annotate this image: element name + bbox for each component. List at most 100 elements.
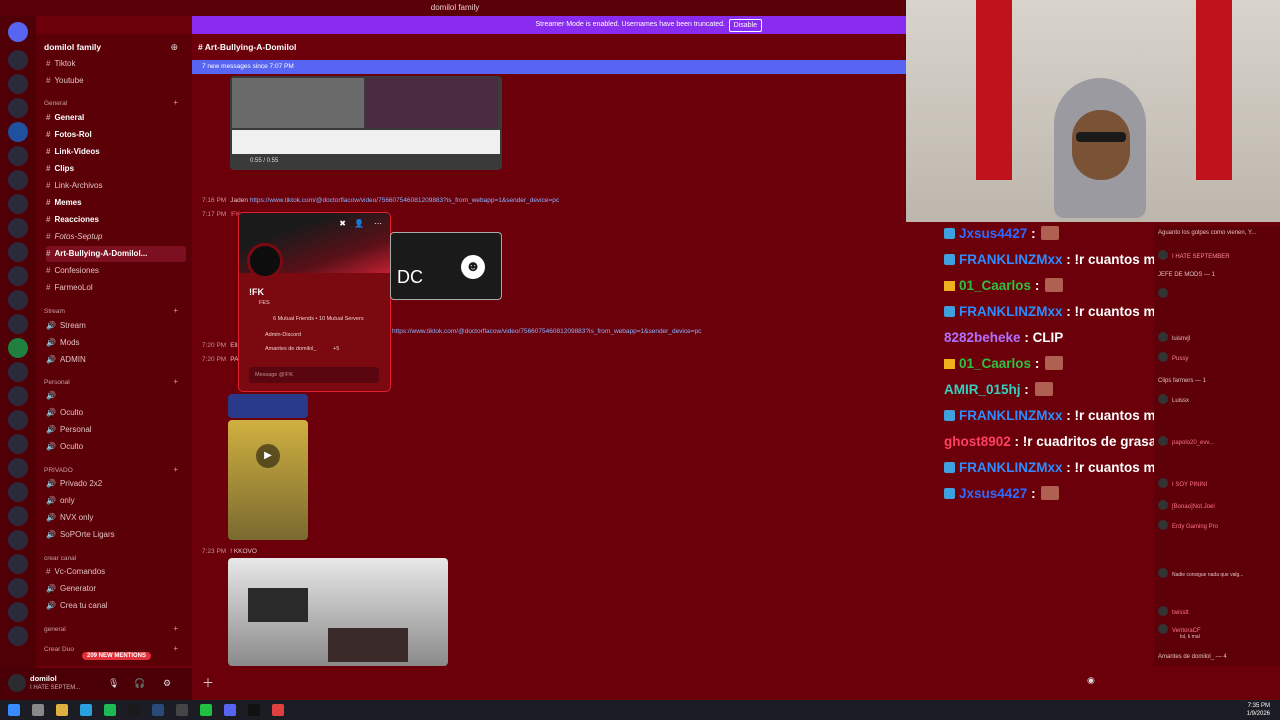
create-channel-icon[interactable]: + bbox=[173, 306, 178, 315]
category-crear-duo[interactable]: Crear Duo bbox=[44, 646, 74, 653]
avatar[interactable] bbox=[247, 243, 283, 279]
voice-channel-item[interactable]: 🔊 Oculto bbox=[46, 439, 186, 455]
add-friend-icon[interactable]: 👤 bbox=[354, 219, 364, 228]
headphones-icon[interactable]: 🎧 bbox=[134, 678, 145, 689]
taskbar-clock[interactable]: 7:35 PM 1/9/2026 bbox=[1247, 702, 1270, 718]
channel-item[interactable]: # Memes bbox=[46, 195, 186, 211]
category-crear-canal[interactable]: crear canal bbox=[44, 555, 76, 562]
server-icon[interactable] bbox=[8, 314, 28, 334]
gear-icon[interactable]: ⚙ bbox=[163, 678, 171, 689]
kick-icon[interactable] bbox=[200, 704, 212, 716]
chat-username[interactable]: FRANKLINZMxx bbox=[959, 408, 1063, 423]
server-icon[interactable] bbox=[8, 290, 28, 310]
server-icon[interactable] bbox=[8, 458, 28, 478]
member-item[interactable]: [Bonao]Not.Joel bbox=[1158, 500, 1215, 510]
channel-item[interactable]: # Confesiones bbox=[46, 263, 186, 279]
server-icon[interactable] bbox=[8, 482, 28, 502]
server-icon[interactable] bbox=[8, 362, 28, 382]
profile-role-more[interactable]: +5 bbox=[333, 346, 339, 352]
category-general-2[interactable]: general bbox=[44, 626, 66, 633]
channel-item[interactable]: # Tiktok bbox=[46, 56, 186, 72]
voice-channel-item[interactable]: 🔊 Generator bbox=[46, 581, 186, 597]
voice-channel-item[interactable]: 🔊 SoPOrte Ligars bbox=[46, 527, 186, 543]
close-icon[interactable]: ✖ bbox=[339, 219, 346, 228]
tiktok-icon[interactable] bbox=[248, 704, 260, 716]
server-icon[interactable] bbox=[8, 410, 28, 430]
category-stream[interactable]: Stream bbox=[44, 308, 65, 315]
member-item[interactable]: papolo20_evv... bbox=[1158, 436, 1214, 446]
add-member-icon[interactable]: ⊕ bbox=[170, 42, 178, 53]
server-icon[interactable] bbox=[8, 530, 28, 550]
channel-item[interactable]: # Reacciones bbox=[46, 212, 186, 228]
voice-channel-item[interactable]: 🔊 Personal bbox=[46, 422, 186, 438]
video-attachment[interactable]: ▶ bbox=[228, 420, 308, 540]
chat-username[interactable]: 01_Caarlos bbox=[959, 278, 1031, 293]
chat-username[interactable]: 8282beheke bbox=[944, 330, 1021, 345]
chrome-icon[interactable] bbox=[272, 704, 284, 716]
voice-channel-item[interactable]: 🔊 Stream bbox=[46, 318, 186, 334]
channel-item[interactable]: # Youtube bbox=[46, 73, 186, 89]
search-icon[interactable] bbox=[32, 704, 44, 716]
chat-username[interactable]: Jxsus4427 bbox=[959, 226, 1027, 241]
discord-icon[interactable] bbox=[224, 704, 236, 716]
server-icon[interactable] bbox=[8, 50, 28, 70]
chat-username[interactable]: FRANKLINZMxx bbox=[959, 304, 1063, 319]
voice-channel-item[interactable]: 🔊 Privado 2x2 bbox=[46, 476, 186, 492]
voice-channel-item[interactable]: 🔊 ADMIN bbox=[46, 352, 186, 368]
voice-channel-item[interactable]: 🔊 Oculto bbox=[46, 405, 186, 421]
disable-streamer-button[interactable]: Disable bbox=[728, 19, 762, 32]
server-icon[interactable] bbox=[8, 266, 28, 286]
create-channel-icon[interactable]: + bbox=[173, 644, 178, 653]
server-icon[interactable] bbox=[8, 146, 28, 166]
folder-icon[interactable] bbox=[56, 704, 68, 716]
member-item[interactable]: Pussy bbox=[1158, 352, 1188, 362]
create-channel-icon[interactable]: + bbox=[173, 624, 178, 633]
edge-icon[interactable] bbox=[80, 704, 92, 716]
member-item[interactable]: luisnvjl bbox=[1158, 332, 1190, 342]
member-item[interactable]: VentoraCF bbox=[1158, 624, 1201, 634]
profile-message-input[interactable]: Message @!FK bbox=[249, 367, 379, 383]
category-general[interactable]: General bbox=[44, 100, 67, 107]
create-channel-icon[interactable]: + bbox=[173, 465, 178, 474]
member-item[interactable]: Aguanto los golpes como vienen, Y... bbox=[1158, 230, 1256, 236]
add-attachment-icon[interactable]: ＋ bbox=[202, 674, 214, 691]
category-privado[interactable]: PRIVADO bbox=[44, 467, 73, 474]
profile-mutual[interactable]: 6 Mutual Friends • 10 Mutual Servers bbox=[273, 316, 364, 322]
server-icon[interactable] bbox=[8, 242, 28, 262]
voice-channel-item[interactable]: 🔊 only bbox=[46, 493, 186, 509]
member-item[interactable]: Luissx bbox=[1158, 394, 1189, 404]
microphone-icon[interactable]: 🎙 bbox=[108, 678, 119, 689]
chat-username[interactable]: AMIR_015hj bbox=[944, 382, 1021, 397]
category-personal[interactable]: Personal bbox=[44, 379, 70, 386]
voice-channel-item[interactable]: 🔊 Crea tu canal bbox=[46, 598, 186, 614]
member-item[interactable]: I SOY PININI bbox=[1158, 478, 1207, 488]
server-icon[interactable] bbox=[8, 554, 28, 574]
channel-item[interactable]: # Vc-Comandos bbox=[46, 564, 186, 580]
member-item[interactable]: twisstt bbox=[1158, 606, 1189, 616]
channel-item[interactable]: # Link-Videos bbox=[46, 144, 186, 160]
app-icon[interactable] bbox=[176, 704, 188, 716]
gift-icon[interactable]: ◉ bbox=[1087, 675, 1095, 686]
server-icon[interactable] bbox=[8, 98, 28, 118]
video-embed[interactable]: 0:55 / 0:55 bbox=[230, 76, 502, 170]
channel-item[interactable]: # FarmeoLol bbox=[46, 280, 186, 296]
chat-username[interactable]: FRANKLINZMxx bbox=[959, 252, 1063, 267]
chat-username[interactable]: 01_Caarlos bbox=[959, 356, 1031, 371]
server-icon[interactable] bbox=[8, 218, 28, 238]
server-icon[interactable] bbox=[8, 122, 28, 142]
server-icon[interactable] bbox=[8, 194, 28, 214]
image-attachment[interactable] bbox=[228, 394, 308, 418]
server-icon[interactable] bbox=[8, 626, 28, 646]
server-name[interactable]: domilol family bbox=[44, 42, 101, 52]
create-channel-icon[interactable]: + bbox=[173, 377, 178, 386]
channel-item[interactable]: # General bbox=[46, 110, 186, 126]
channel-item[interactable]: # Link-Archivos bbox=[46, 178, 186, 194]
voice-channel-item[interactable]: 🔊 bbox=[46, 388, 186, 404]
start-icon[interactable] bbox=[8, 704, 20, 716]
server-icon[interactable] bbox=[8, 434, 28, 454]
member-item[interactable]: Nadie consigue nada que valg... bbox=[1158, 568, 1243, 578]
server-icon[interactable] bbox=[8, 578, 28, 598]
new-messages-bar[interactable]: 7 new messages since 7:07 PM bbox=[192, 60, 910, 74]
server-icon[interactable] bbox=[8, 170, 28, 190]
new-mentions-pill[interactable]: 209 NEW MENTIONS bbox=[82, 652, 152, 660]
